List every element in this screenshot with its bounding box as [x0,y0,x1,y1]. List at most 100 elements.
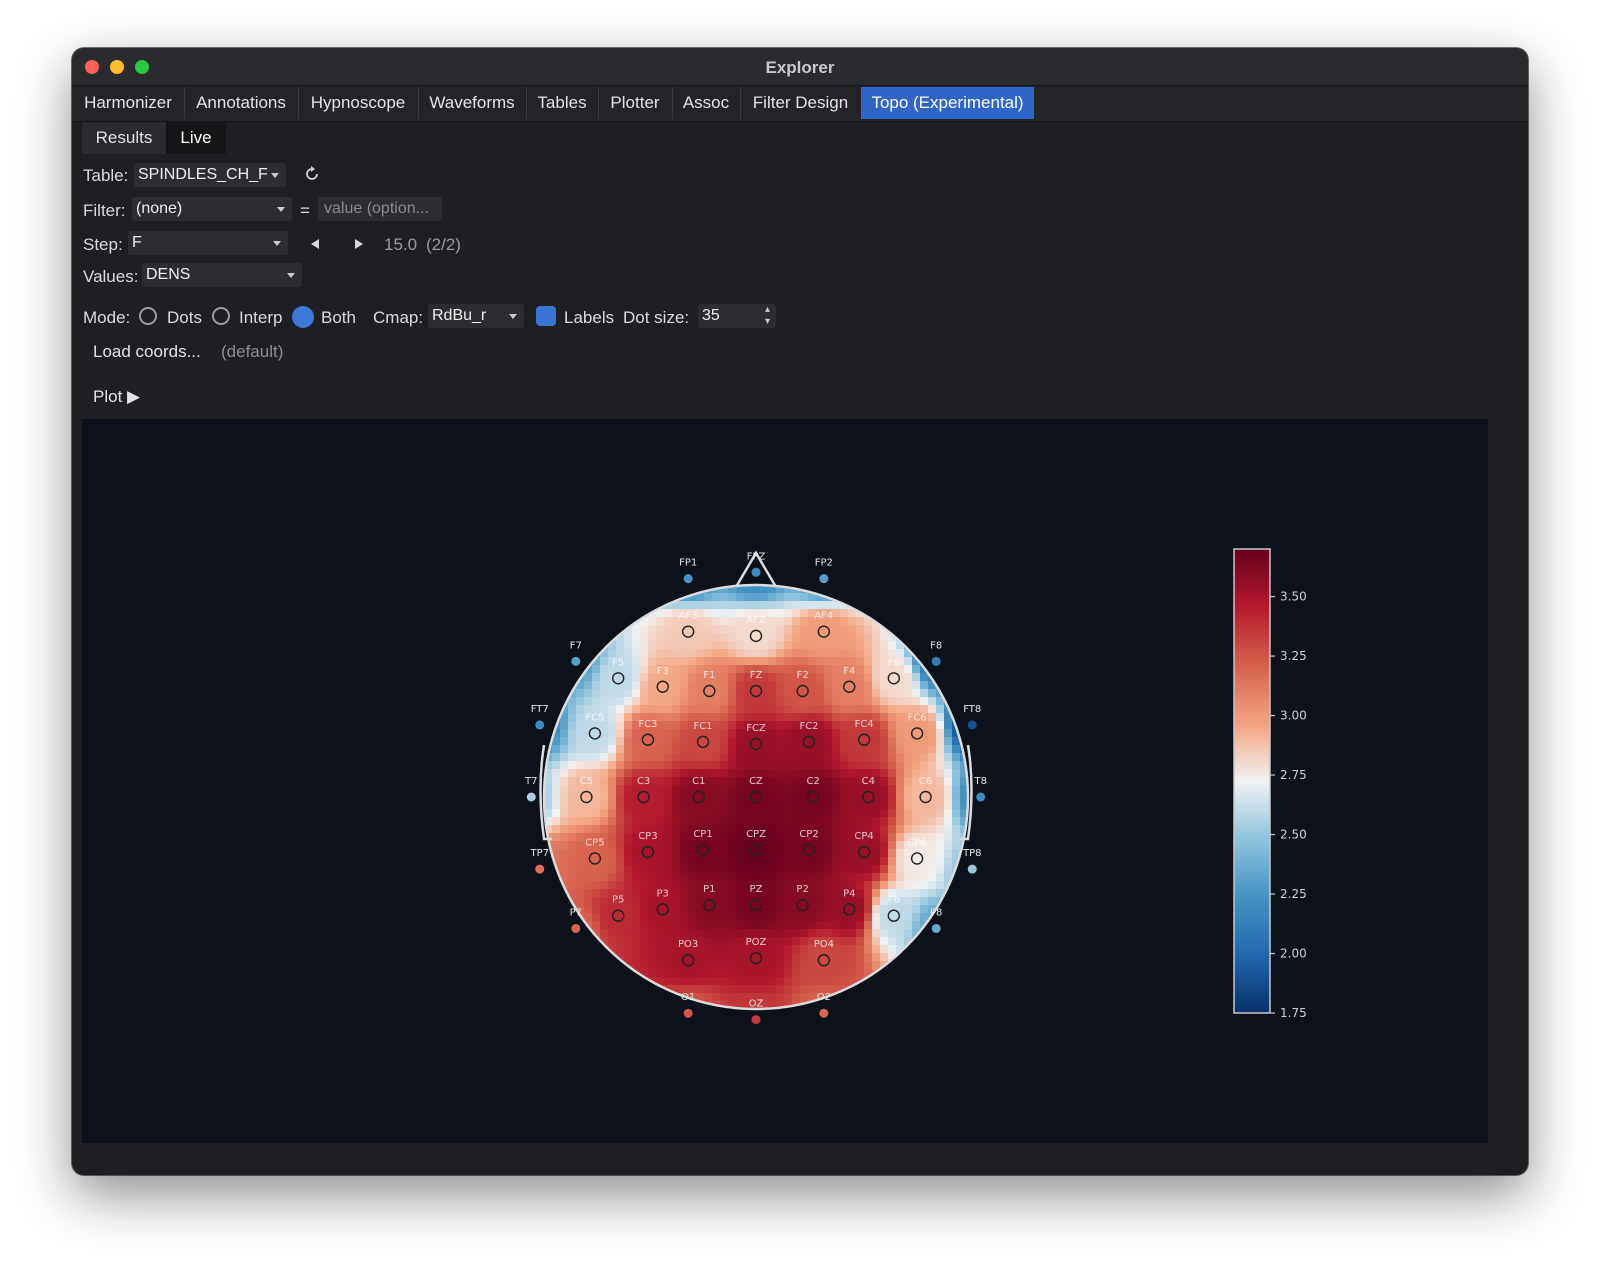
heatmap-cell [744,873,753,882]
tab-tables[interactable]: Tables [526,87,599,119]
heatmap-cell [904,817,913,826]
triangle-left-icon[interactable] [308,237,322,251]
heatmap-cell [592,889,601,898]
filter-select[interactable]: (none) [132,197,292,221]
triangle-right-icon[interactable] [352,237,366,251]
tab-plotter[interactable]: Plotter [598,87,673,119]
tab-harmonizer[interactable]: Harmonizer [72,87,185,119]
heatmap-cell [848,849,857,858]
heatmap-cell [760,753,769,762]
heatmap-cell [896,873,905,882]
heatmap-cell [736,625,745,634]
heatmap-cell [664,641,673,650]
heatmap-cell [712,705,721,714]
refresh-icon[interactable] [302,164,322,184]
heatmap-cell [728,777,737,786]
heatmap-cell [656,617,665,626]
labels-checkbox[interactable] [536,306,556,326]
heatmap-cell [856,889,865,898]
mode-both-radio[interactable] [292,306,314,328]
heatmap-cell [856,865,865,874]
cmap-select[interactable]: RdBu_r [428,304,524,328]
heatmap-cell [672,729,681,738]
heatmap-cell [728,969,737,978]
heatmap-cell [896,729,905,738]
heatmap-cell [888,857,897,866]
heatmap-cell [776,601,785,610]
heatmap-cell [728,889,737,898]
heatmap-cell [784,609,793,618]
tab-waveforms[interactable]: Waveforms [418,87,527,119]
dot-size-spinbox[interactable]: 35 ▴ ▾ [698,304,776,328]
mode-dots-radio[interactable] [139,307,157,325]
heatmap-cell [672,849,681,858]
heatmap-cell [592,777,601,786]
heatmap-cell [712,841,721,850]
subtab-results[interactable]: Results [82,122,166,154]
heatmap-cell [760,969,769,978]
tab-hypnoscope[interactable]: Hypnoscope [298,87,419,119]
heatmap-cell [888,705,897,714]
heatmap-cell [856,617,865,626]
heatmap-cell [744,593,753,602]
heatmap-cell [688,705,697,714]
heatmap-cell [768,681,777,690]
heatmap-cell [888,929,897,938]
heatmap-cell [856,985,865,994]
heatmap-cell [888,801,897,810]
heatmap-cell [624,633,633,642]
heatmap-cell [832,737,841,746]
heatmap-cell [880,953,889,962]
colorbar-tick-label: 2.75 [1280,768,1307,782]
heatmap-cell [792,745,801,754]
heatmap-cell [656,929,665,938]
step-select[interactable]: F [128,231,288,255]
heatmap-cell [560,865,569,874]
filter-value-input[interactable]: value (option... [318,197,442,221]
heatmap-cell [872,753,881,762]
heatmap-cell [920,809,929,818]
heatmap-cell [896,745,905,754]
subtab-live[interactable]: Live [166,122,226,154]
heatmap-cell [608,721,617,730]
spin-arrows-icon[interactable]: ▴ ▾ [765,304,770,328]
table-select[interactable]: SPINDLES_CH_F [134,163,286,187]
heatmap-cell [624,729,633,738]
heatmap-cell [728,697,737,706]
heatmap-cell [808,689,817,698]
tab-topo-experimental[interactable]: Topo (Experimental) [861,87,1034,119]
tab-filter-design[interactable]: Filter Design [740,87,862,119]
heatmap-cell [936,753,945,762]
heatmap-cell [616,801,625,810]
heatmap-cell [800,809,809,818]
heatmap-cell [624,681,633,690]
heatmap-cell [624,905,633,914]
cmap-select-value: RdBu_r [432,307,487,324]
heatmap-cell [696,705,705,714]
heatmap-cell [792,993,801,1002]
heatmap-cell [552,817,561,826]
electrode-p4 [843,903,856,916]
heatmap-cell [864,873,873,882]
heatmap-cell [616,713,625,722]
heatmap-cell [952,881,961,890]
heatmap-cell [568,849,577,858]
heatmap-cell [856,689,865,698]
heatmap-cell [712,625,721,634]
heatmap-cell [704,913,713,922]
values-select[interactable]: DENS [142,263,302,287]
tab-assoc[interactable]: Assoc [672,87,741,119]
load-coords-button[interactable]: Load coords... [93,342,201,362]
mode-interp-radio[interactable] [212,307,230,325]
heatmap-cell [840,833,849,842]
heatmap-cell [824,905,833,914]
tab-annotations[interactable]: Annotations [184,87,299,119]
heatmap-cell [936,713,945,722]
electrode-cpz [749,843,763,857]
heatmap-cell [768,713,777,722]
heatmap-cell [616,817,625,826]
heatmap-cell [712,657,721,666]
heatmap-cell [560,753,569,762]
heatmap-cell [576,689,585,698]
plot-button[interactable]: Plot ▶ [93,387,140,407]
